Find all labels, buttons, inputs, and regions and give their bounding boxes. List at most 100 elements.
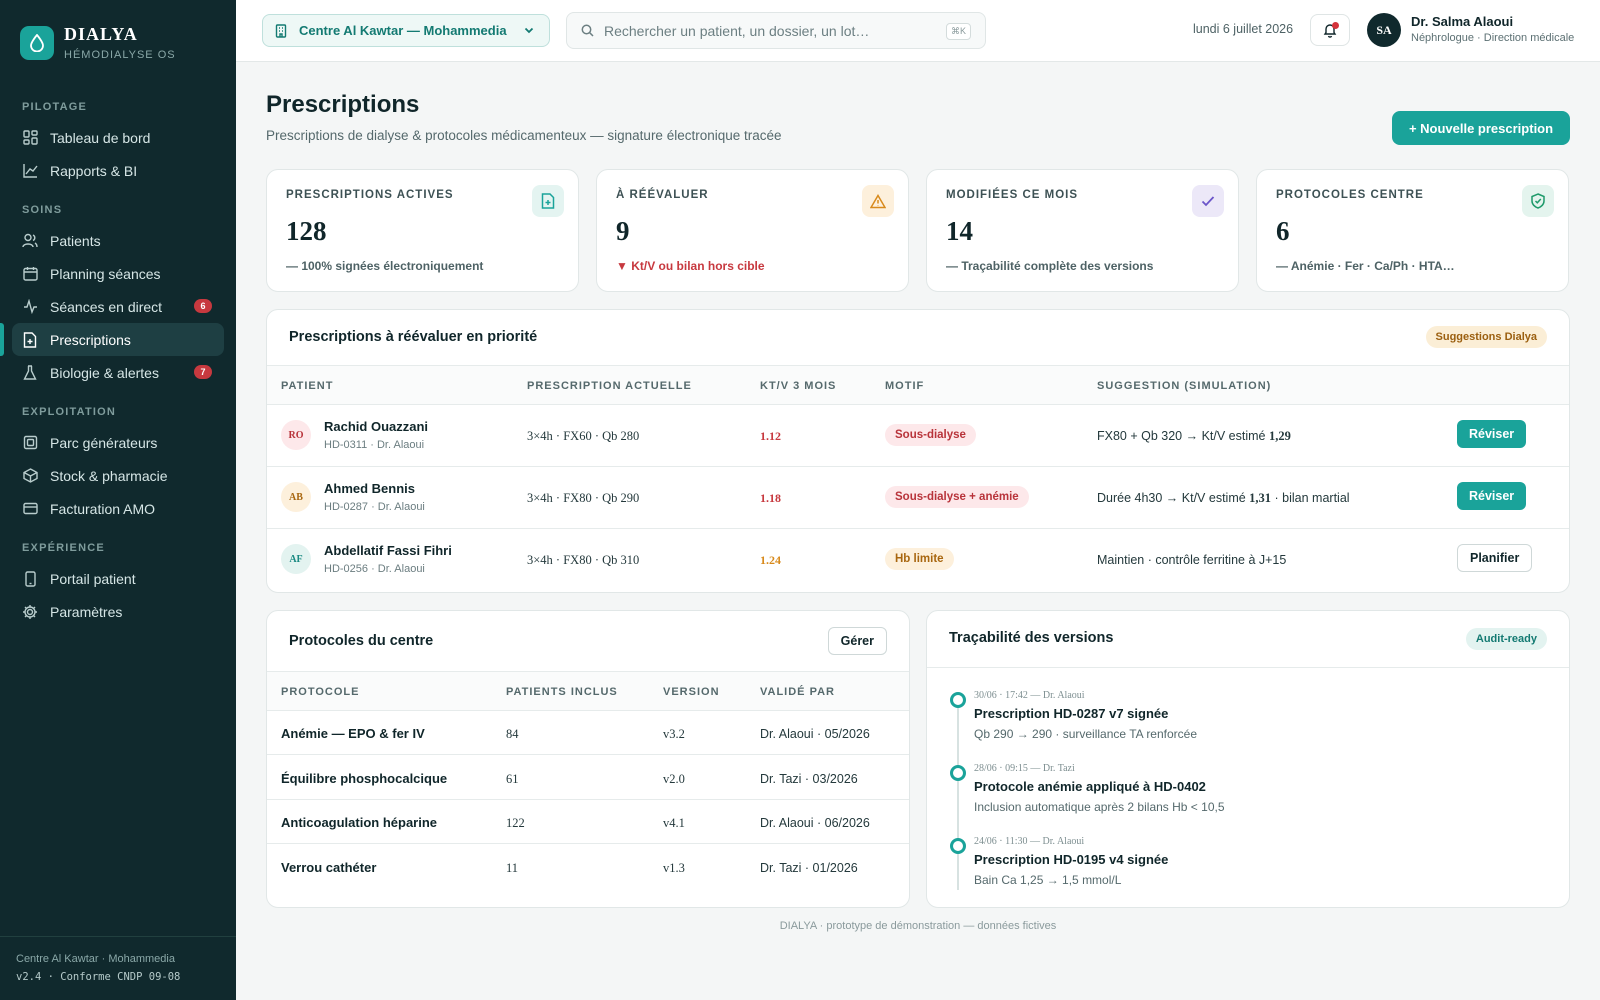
center-selector[interactable]: Centre Al Kawtar — Mohammedia xyxy=(262,14,550,47)
kpi-label: PRESCRIPTIONS ACTIVES xyxy=(286,189,454,201)
activity-icon xyxy=(22,299,38,315)
event-title: Prescription HD-0287 v7 signée xyxy=(974,706,1169,721)
panel-title: Prescriptions à réévaluer en priorité xyxy=(289,329,538,345)
sidebar-item-planning[interactable]: Planning séances xyxy=(12,257,224,290)
event-meta: 24/06 · 11:30 — Dr. Alaoui xyxy=(974,836,1085,847)
patient-meta: HD-0311 · Dr. Alaoui xyxy=(324,439,425,451)
validated-by: Dr. Alaoui · 05/2026 xyxy=(760,727,870,741)
protocol-name[interactable]: Anémie — EPO & fer IV xyxy=(281,726,425,741)
kpi-value: 6 xyxy=(1276,216,1290,246)
protocol-name[interactable]: Équilibre phosphocalcique xyxy=(281,771,447,786)
patient-name[interactable]: Ahmed Bennis xyxy=(324,481,415,496)
machine-icon xyxy=(22,435,38,451)
plan-button[interactable]: Planifier xyxy=(1457,544,1533,572)
panel-title: Protocoles du centre xyxy=(289,633,434,649)
protocol-name[interactable]: Anticoagulation héparine xyxy=(281,815,437,830)
kpi-card-modified: MODIFIÉES CE MOIS 14 — Traçabilité compl… xyxy=(926,169,1239,292)
brand[interactable]: DIALYA HÉMODIALYSE OS xyxy=(20,24,176,61)
protocol-name[interactable]: Verrou cathéter xyxy=(281,860,376,875)
kpi-note: — 100% signées électroniquement xyxy=(286,259,484,273)
calendar-icon xyxy=(22,266,38,282)
building-icon xyxy=(275,23,287,38)
sidebar-item-stock[interactable]: Stock & pharmacie xyxy=(12,459,224,492)
sidebar-item-rapports[interactable]: Rapports & BI xyxy=(12,154,224,187)
center-selector-label: Centre Al Kawtar — Mohammedia xyxy=(299,23,507,38)
event-description: Inclusion automatique après 2 bilans Hb … xyxy=(974,800,1225,814)
footer-note: DIALYA · prototype de démonstration — do… xyxy=(779,920,1057,932)
search-icon xyxy=(581,24,594,37)
patient-meta: HD-0287 · Dr. Alaoui xyxy=(324,501,425,513)
notifications-button[interactable] xyxy=(1310,14,1350,46)
sidebar-item-label: Facturation AMO xyxy=(50,500,156,517)
gear-icon xyxy=(22,604,38,620)
sidebar-item-parametres[interactable]: Paramètres xyxy=(12,595,224,628)
protocol-version: v3.2 xyxy=(663,727,685,741)
patient-name[interactable]: Rachid Ouazzani xyxy=(324,419,428,434)
timeline-dot xyxy=(950,838,966,854)
sidebar-item-facturation[interactable]: Facturation AMO xyxy=(12,492,224,525)
sidebar-item-prescriptions[interactable]: Prescriptions xyxy=(12,323,224,356)
current-date: lundi 6 juillet 2026 xyxy=(1193,22,1294,36)
droplet-logo-icon xyxy=(20,25,54,60)
timeline-line xyxy=(957,700,959,890)
kpi-card-to-review: À RÉÉVALUER 9 ▼ Kt/V ou bilan hors cible xyxy=(596,169,909,292)
search-input[interactable] xyxy=(604,22,934,39)
audit-ready-badge: Audit-ready xyxy=(1465,628,1547,650)
event-meta: 28/06 · 09:15 — Dr. Tazi xyxy=(974,763,1075,774)
motif-badge: Sous-dialyse + anémie xyxy=(885,486,1029,508)
kpi-label: À RÉÉVALUER xyxy=(616,189,709,201)
protocol-version: v2.0 xyxy=(663,772,685,786)
nav-section-experience: EXPÉRIENCE xyxy=(22,542,105,554)
footer-version: v2.4 · Conforme CNDP 09-08 xyxy=(16,971,181,983)
protocol-version: v1.3 xyxy=(663,861,685,875)
timeline-dot xyxy=(950,765,966,781)
count-badge: 6 xyxy=(194,299,212,313)
user-avatar[interactable]: SA xyxy=(1367,13,1401,47)
revise-button[interactable]: Réviser xyxy=(1457,482,1527,510)
warning-icon xyxy=(862,185,894,217)
nav-section-exploitation: EXPLOITATION xyxy=(22,406,117,418)
event-description: Qb 290 → 290 · surveillance TA renforcée xyxy=(974,727,1198,741)
motif-badge: Sous-dialyse xyxy=(885,424,976,446)
new-prescription-button[interactable]: + Nouvelle prescription xyxy=(1392,111,1570,145)
ktv-value: 1.18 xyxy=(760,491,781,505)
kpi-note: — Traçabilité complète des versions xyxy=(946,259,1154,273)
column-header: KT/V 3 MOIS xyxy=(760,380,837,392)
sidebar-item-parc-generateurs[interactable]: Parc générateurs xyxy=(12,426,224,459)
page-subtitle: Prescriptions de dialyse & protocoles mé… xyxy=(266,128,782,143)
manage-protocols-button[interactable]: Gérer xyxy=(827,627,887,655)
revise-button[interactable]: Réviser xyxy=(1457,420,1527,448)
validated-by: Dr. Alaoui · 06/2026 xyxy=(760,816,870,830)
sidebar-item-label: Tableau de bord xyxy=(50,129,151,146)
sidebar-item-tableau-de-bord[interactable]: Tableau de bord xyxy=(12,121,224,154)
column-header: PATIENTS INCLUS xyxy=(506,686,618,698)
active-indicator xyxy=(0,323,4,356)
sidebar-item-biologie[interactable]: Biologie & alertes 7 xyxy=(12,356,224,389)
panel-title: Traçabilité des versions xyxy=(949,630,1114,646)
sidebar-footer: Centre Al Kawtar · Mohammedia v2.4 · Con… xyxy=(0,936,236,1000)
sidebar-item-label: Prescriptions xyxy=(50,331,131,348)
ktv-value: 1.12 xyxy=(760,429,781,443)
file-plus-icon xyxy=(22,331,38,348)
user-name[interactable]: Dr. Salma Alaoui xyxy=(1411,14,1513,29)
card-icon xyxy=(22,501,38,517)
sidebar-item-label: Biologie & alertes xyxy=(50,364,159,381)
kpi-value: 9 xyxy=(616,216,630,246)
patient-avatar: RO xyxy=(281,420,311,450)
ktv-value: 1.24 xyxy=(760,553,781,567)
footer-center: Centre Al Kawtar · Mohammedia xyxy=(16,953,175,965)
sidebar-item-patients[interactable]: Patients xyxy=(12,224,224,257)
page-title: Prescriptions xyxy=(266,91,420,118)
patient-avatar: AF xyxy=(281,544,311,574)
review-panel: Prescriptions à réévaluer en priorité Su… xyxy=(266,309,1570,593)
patient-name[interactable]: Abdellatif Fassi Fihri xyxy=(324,543,452,558)
sidebar-item-label: Planning séances xyxy=(50,265,161,282)
search-bar[interactable]: ⌘K xyxy=(566,12,986,49)
kpi-note: — Anémie · Fer · Ca/Ph · HTA… xyxy=(1276,259,1455,273)
sidebar-item-portail-patient[interactable]: Portail patient xyxy=(12,562,224,595)
sidebar-item-label: Portail patient xyxy=(50,570,136,587)
patients-count: 84 xyxy=(506,727,519,741)
protocols-panel: Protocoles du centre Gérer PROTOCOLE PAT… xyxy=(266,610,910,908)
sidebar-item-seances-direct[interactable]: Séances en direct 6 xyxy=(12,290,224,323)
patient-avatar: AB xyxy=(281,482,311,512)
